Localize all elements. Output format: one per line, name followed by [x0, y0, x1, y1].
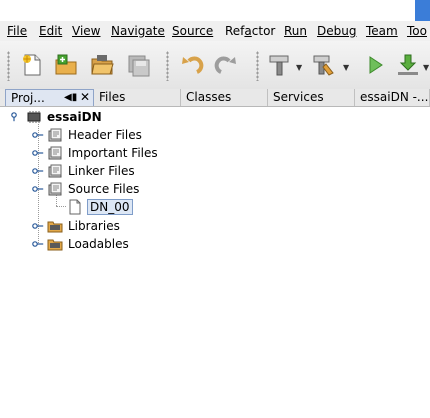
clean-dropdown-icon[interactable]: ▼ [343, 63, 349, 72]
run-button[interactable] [362, 52, 388, 78]
tree-label-important-files: Important Files [68, 146, 158, 160]
undo-button[interactable] [178, 52, 204, 78]
undo-icon [178, 52, 204, 78]
menu-team-label: Team [366, 24, 398, 38]
redo-button[interactable] [214, 52, 240, 78]
toolbar: ▼ ▼ ▼ [0, 41, 430, 90]
menu-source-label: Source [172, 24, 214, 38]
tree-node-root[interactable]: essaiDN [10, 108, 102, 126]
tree-label-loadables: Loadables [68, 237, 129, 251]
explorer-tabs: Proj... ◀▮ ✕ Files Classes Services essa… [0, 89, 430, 107]
menu-run[interactable]: Run [284, 24, 307, 38]
menu-view[interactable]: View [72, 24, 100, 38]
menu-tools[interactable]: Too [407, 24, 427, 38]
collapse-icon[interactable] [32, 184, 44, 194]
tab-essai-label: essaiDN -... [360, 90, 429, 104]
library-folder-icon [47, 236, 63, 252]
tree-root-label: essaiDN [47, 110, 102, 124]
menu-team[interactable]: Team [366, 24, 398, 38]
new-file-icon [19, 52, 45, 78]
tree-node-libraries[interactable]: Libraries [32, 217, 120, 235]
expand-icon[interactable] [32, 239, 44, 249]
run-icon [362, 52, 388, 78]
tree-label-source-files: Source Files [68, 182, 140, 196]
toolbar-grip-3[interactable] [256, 51, 259, 81]
menu-source[interactable]: Source [172, 24, 213, 38]
folder-icon [47, 145, 63, 161]
toolbar-grip-2[interactable] [166, 51, 169, 81]
debug-dropdown-icon[interactable]: ▼ [423, 63, 429, 72]
debug-icon [395, 52, 421, 78]
menu-view-label: View [72, 24, 101, 38]
menu-navigate-label: Navigate [111, 24, 165, 38]
folder-icon [47, 163, 63, 179]
project-tree: essaiDN Header Files Important Files Lin… [0, 107, 430, 418]
new-project-button[interactable] [53, 52, 79, 78]
expand-icon[interactable] [32, 221, 44, 231]
window-corner-accent [415, 0, 430, 21]
folder-icon [47, 127, 63, 143]
save-all-icon [125, 52, 151, 78]
build-dropdown-icon[interactable]: ▼ [296, 63, 302, 72]
tree-node-loadables[interactable]: Loadables [32, 235, 129, 253]
menu-refactor[interactable]: Refactor [225, 24, 275, 38]
tree-label-linker-files: Linker Files [68, 164, 135, 178]
tab-projects[interactable]: Proj... ◀▮ ✕ [5, 89, 94, 106]
clean-build-button[interactable] [311, 52, 337, 78]
expand-icon[interactable] [32, 130, 44, 140]
file-icon [67, 199, 83, 215]
build-button[interactable] [267, 52, 293, 78]
tree-label-header-files: Header Files [68, 128, 142, 142]
minimize-icon[interactable]: ◀▮ [64, 92, 77, 104]
menu-navigate[interactable]: Navigate [111, 24, 165, 38]
open-project-icon [89, 52, 115, 78]
tab-services[interactable]: Services [268, 89, 355, 106]
menu-refactor-mnemonic: a [244, 24, 252, 38]
build-icon [267, 52, 293, 78]
new-file-button[interactable] [19, 52, 45, 78]
new-project-icon [53, 52, 79, 78]
debug-button[interactable] [395, 52, 421, 78]
tab-services-label: Services [273, 90, 324, 104]
tree-node-source-files[interactable]: Source Files [32, 180, 139, 198]
library-folder-icon [47, 218, 63, 234]
menu-debug[interactable]: Debug [317, 24, 356, 38]
tree-node-header-files[interactable]: Header Files [32, 126, 142, 144]
tree-connector-leaf [56, 206, 66, 207]
tree-node-important-files[interactable]: Important Files [32, 144, 158, 162]
tree-node-dn00[interactable]: DN_00 [67, 198, 133, 216]
menu-edit-label: Edit [39, 24, 63, 38]
tree-label-dn00: DN_00 [87, 199, 133, 215]
chip-project-icon [26, 109, 42, 125]
window-top-edge [0, 0, 430, 21]
tab-files-label: Files [99, 90, 126, 104]
open-project-button[interactable] [89, 52, 115, 78]
expand-icon[interactable] [32, 148, 44, 158]
menubar: File Edit View Navigate Source Refactor … [0, 21, 430, 41]
tab-classes-label: Classes [186, 90, 232, 104]
menu-tools-label: Too [407, 24, 427, 38]
folder-icon [47, 181, 63, 197]
close-icon[interactable]: ✕ [80, 91, 90, 103]
menu-file-mnemonic: File [7, 24, 28, 38]
tree-node-linker-files[interactable]: Linker Files [32, 162, 135, 180]
save-all-button[interactable] [125, 52, 151, 78]
toolbar-grip[interactable] [7, 51, 10, 81]
menu-debug-label: Debug [317, 24, 357, 38]
tab-projects-label: Proj... [11, 91, 45, 105]
menu-file[interactable]: File [7, 24, 27, 38]
collapse-icon[interactable] [10, 112, 20, 122]
expand-icon[interactable] [32, 166, 44, 176]
menu-edit[interactable]: Edit [39, 24, 62, 38]
clean-build-icon [311, 52, 337, 78]
menu-refactor-label: Refactor [225, 24, 276, 38]
tab-classes[interactable]: Classes [181, 89, 268, 106]
redo-icon [214, 52, 240, 78]
tree-label-libraries: Libraries [68, 219, 120, 233]
menu-run-label: Run [284, 24, 308, 38]
tab-files[interactable]: Files [94, 89, 181, 106]
tab-essai[interactable]: essaiDN -... [355, 89, 430, 106]
